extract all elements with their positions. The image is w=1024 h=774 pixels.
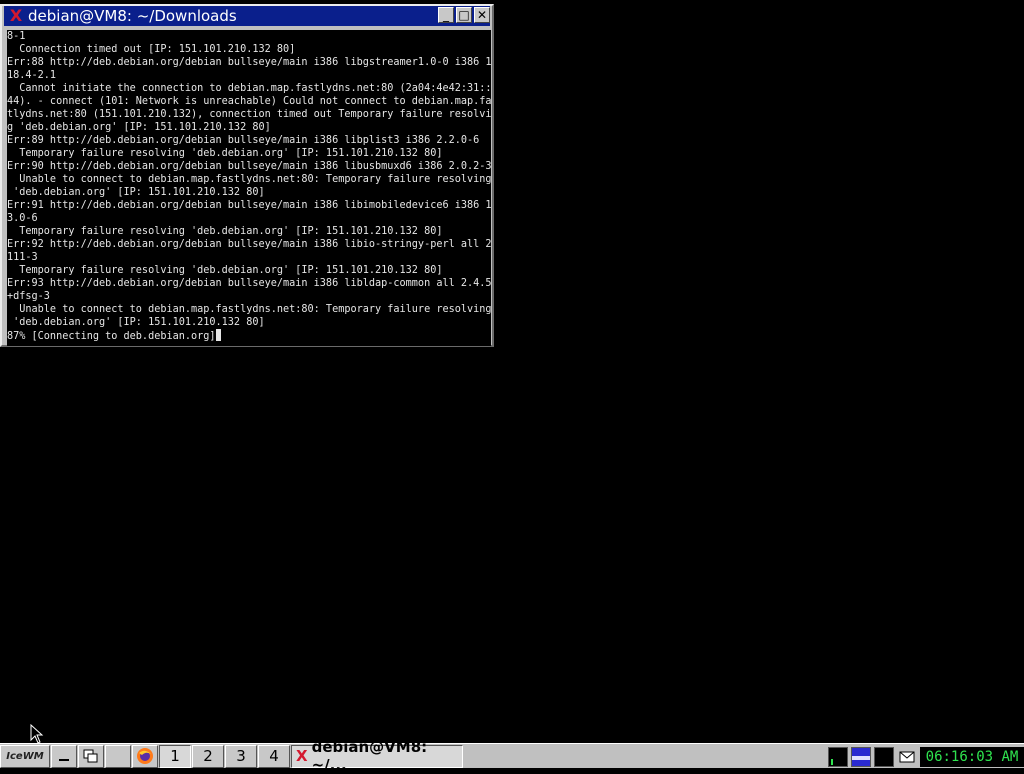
workspace-button-1[interactable]: 1	[159, 744, 191, 768]
terminal-line: tlydns.net:80 (151.101.210.132), connect…	[7, 109, 491, 120]
close-button[interactable]: ✕	[474, 7, 490, 23]
terminal-line: +dfsg-3	[7, 291, 50, 302]
terminal-line: Cannot initiate the connection to debian…	[7, 83, 491, 94]
terminal-line: Temporary failure resolving 'deb.debian.…	[7, 265, 443, 276]
system-tray: 06:16:03 AM	[825, 745, 1024, 768]
terminal-line: 18.4-2.1	[7, 70, 57, 81]
terminal-line: Err:89 http://deb.debian.org/debian bull…	[7, 135, 480, 146]
terminal-line: Err:91 http://deb.debian.org/debian bull…	[7, 200, 491, 211]
x-terminal-icon[interactable]: X	[8, 8, 24, 24]
terminal-line: 44). - connect (101: Network is unreacha…	[7, 96, 491, 107]
mail-icon	[899, 751, 915, 762]
terminal-line: 'deb.debian.org' [IP: 151.101.210.132 80…	[7, 187, 265, 198]
workspace-button-2[interactable]: 2	[192, 744, 224, 768]
task-label: debian@VM8: ~/...	[311, 738, 428, 774]
terminal-line: Err:93 http://deb.debian.org/debian bull…	[7, 278, 491, 289]
terminal-line: 8-1	[7, 31, 26, 42]
terminal-line: Unable to connect to debian.map.fastlydn…	[7, 304, 491, 315]
show-desktop-button[interactable]	[51, 744, 77, 768]
firefox-launcher[interactable]	[132, 744, 158, 768]
terminal-line: Unable to connect to debian.map.fastlydn…	[7, 174, 491, 185]
mail-button[interactable]	[897, 746, 917, 767]
workspace-button-4[interactable]: 4	[258, 744, 290, 768]
terminal-line: Err:88 http://deb.debian.org/debian bull…	[7, 57, 491, 68]
show-desktop-icon	[59, 759, 69, 761]
terminal-lines: 8-1 Connection timed out [IP: 151.101.21…	[7, 30, 491, 329]
cpu-monitor-icon[interactable]	[828, 746, 848, 767]
terminal-line: 3.0-6	[7, 213, 38, 224]
load-monitor-icon[interactable]	[874, 746, 894, 767]
terminal-line: 111-3	[7, 252, 38, 263]
window-list-button[interactable]	[78, 744, 104, 768]
maximize-button[interactable]: □	[456, 7, 472, 23]
progress-line: 87% [Connecting to deb.debian.org]	[7, 329, 491, 342]
maximize-icon: □	[458, 8, 470, 22]
network-monitor-icon[interactable]	[851, 746, 871, 767]
window-list-icon	[83, 749, 98, 763]
terminal-line: Temporary failure resolving 'deb.debian.…	[7, 148, 443, 159]
x-terminal-icon: X	[296, 747, 308, 765]
firefox-icon	[137, 748, 153, 764]
terminal-line: Connection timed out [IP: 151.101.210.13…	[7, 44, 296, 55]
minimize-button[interactable]: _	[438, 7, 454, 23]
terminal-output[interactable]: 8-1 Connection timed out [IP: 151.101.21…	[7, 30, 491, 346]
progress-text: 87% [Connecting to deb.debian.org]	[7, 331, 216, 342]
terminal-line: Err:90 http://deb.debian.org/debian bull…	[7, 161, 491, 172]
workspace-switcher: 1234	[159, 744, 291, 768]
icewm-logo: IceWM	[6, 750, 44, 762]
close-icon: ✕	[476, 8, 488, 22]
terminal-line: 'deb.debian.org' [IP: 151.101.210.132 80…	[7, 317, 265, 328]
taskbar: IceWM 1234 X debian@VM8: ~/... 06:16:03 …	[0, 738, 1024, 774]
task-button-terminal[interactable]: X debian@VM8: ~/...	[291, 738, 463, 774]
workspace-button-3[interactable]: 3	[225, 744, 257, 768]
window-title: debian@VM8: ~/Downloads	[28, 7, 237, 25]
terminal-line: g 'deb.debian.org' [IP: 151.101.210.132 …	[7, 122, 271, 133]
window-titlebar[interactable]: X debian@VM8: ~/Downloads _ □ ✕	[4, 6, 490, 26]
terminal-line: Temporary failure resolving 'deb.debian.…	[7, 226, 443, 237]
blank-launcher[interactable]	[105, 744, 131, 768]
mouse-pointer-icon	[30, 724, 44, 744]
terminal-window[interactable]: X debian@VM8: ~/Downloads _ □ ✕ 8-1 Conn…	[0, 4, 494, 347]
minimize-icon: _	[443, 8, 449, 22]
start-menu-button[interactable]: IceWM	[0, 744, 50, 768]
text-cursor	[215, 329, 221, 341]
terminal-line: Err:92 http://deb.debian.org/debian bull…	[7, 239, 491, 250]
clock[interactable]: 06:16:03 AM	[920, 746, 1024, 767]
